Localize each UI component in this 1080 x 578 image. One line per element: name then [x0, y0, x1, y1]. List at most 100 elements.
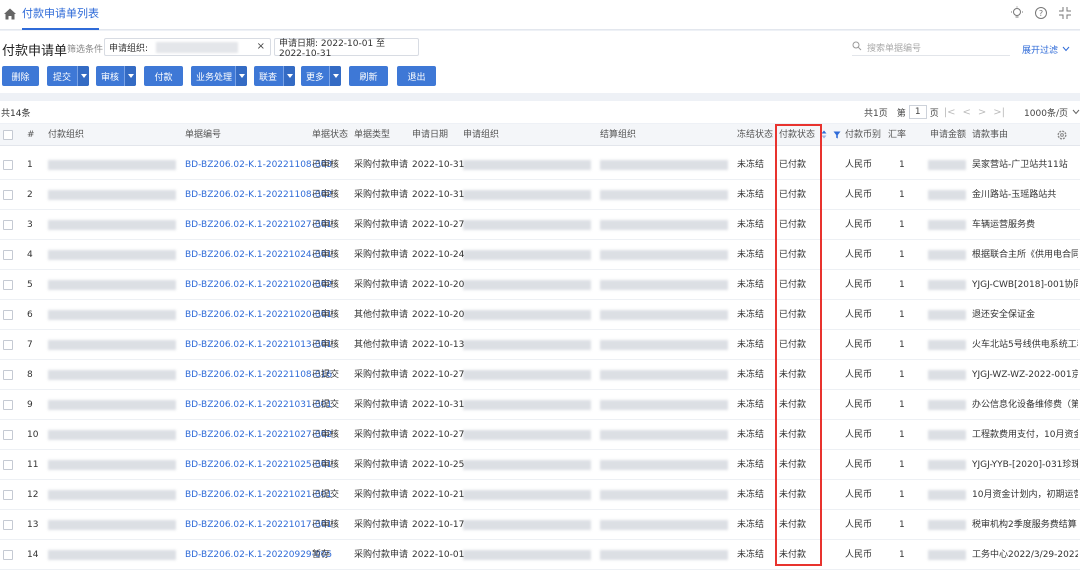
table-row[interactable]: 4 BD-BZ206.02-K.1-20221024-001 已审核 采购付款申请 20… — [0, 240, 1080, 270]
page-size-select[interactable]: 1000条/页 — [1024, 106, 1080, 119]
col-doc-type[interactable]: 单据类型 — [354, 124, 390, 146]
table-row[interactable]: 2 BD-BZ206.02-K.1-20221108-002 已审核 采购付款申请 20… — [0, 180, 1080, 210]
close-icon[interactable]: × — [257, 41, 265, 52]
row-doc-no[interactable]: BD-BZ206.02-K.1-20221020-001 — [185, 300, 332, 330]
first-page-icon[interactable]: |< — [944, 107, 956, 118]
row-doc-no[interactable]: BD-BZ206.02-K.1-20221108-016 — [185, 360, 332, 390]
tab-payment-request-list[interactable]: 付款申请单列表 — [22, 0, 99, 30]
table-row[interactable]: 10 BD-BZ206.02-K.1-20221027-002 已审核 采购付款申请 2… — [0, 420, 1080, 450]
chevron-down-icon[interactable] — [235, 66, 247, 86]
col-apply-date[interactable]: 申请日期 — [412, 124, 448, 146]
table-row[interactable]: 3 BD-BZ206.02-K.1-20221027-001 已审核 采购付款申请 20… — [0, 210, 1080, 240]
table-row[interactable]: 14 BD-BZ206.02-K.1-20220929-005 暂存 采购付款申请 20… — [0, 540, 1080, 570]
delete-button[interactable]: 删除 — [2, 66, 39, 86]
row-doc-no[interactable]: BD-BZ206.02-K.1-20221108-003 — [185, 150, 332, 180]
col-payer-org[interactable]: 付款组织 — [48, 124, 84, 146]
row-doc-no[interactable]: BD-BZ206.02-K.1-20221024-001 — [185, 240, 332, 270]
col-pay-status[interactable]: 付款状态 — [779, 124, 841, 146]
amount-redacted — [928, 520, 966, 530]
amount-redacted — [928, 280, 966, 290]
prev-page-icon[interactable]: < — [963, 107, 971, 118]
table-row[interactable]: 8 BD-BZ206.02-K.1-20221108-016 已提交 采购付款申请 20… — [0, 360, 1080, 390]
page-number-input[interactable]: 1 — [908, 105, 927, 119]
home-icon[interactable] — [3, 7, 17, 21]
row-checkbox[interactable] — [3, 430, 13, 440]
col-amount[interactable]: 申请金额 — [930, 124, 966, 146]
row-doc-no[interactable]: BD-BZ206.02-K.1-20221020-002 — [185, 270, 332, 300]
row-checkbox[interactable] — [3, 220, 13, 230]
row-checkbox[interactable] — [3, 160, 13, 170]
row-index: 12 — [27, 490, 39, 500]
row-doc-no[interactable]: BD-BZ206.02-K.1-20221021-001 — [185, 480, 332, 510]
row-doc-no[interactable]: BD-BZ206.02-K.1-20221027-002 — [185, 420, 332, 450]
next-page-icon[interactable]: > — [978, 107, 986, 118]
table-row[interactable]: 13 BD-BZ206.02-K.1-20221017-001 已审核 采购付款申请 2… — [0, 510, 1080, 540]
table-row[interactable]: 9 BD-BZ206.02-K.1-20221031-001 已提交 采购付款申请 20… — [0, 390, 1080, 420]
org-filter-chip[interactable]: 申请组织: × — [104, 38, 271, 56]
table-row[interactable]: 12 BD-BZ206.02-K.1-20221021-001 已提交 采购付款申请 2… — [0, 480, 1080, 510]
sort-icon[interactable] — [821, 130, 827, 139]
list-header: 付款申请单 筛选条件 申请组织: × 申请日期: 2022-10-01 至 20… — [0, 31, 1080, 93]
col-currency[interactable]: 付款币别 — [845, 124, 881, 146]
row-doc-no[interactable]: BD-BZ206.02-K.1-20221013-001 — [185, 330, 332, 360]
help-icon[interactable]: ? — [1034, 6, 1048, 20]
search-input[interactable]: 搜索单据编号 — [852, 40, 1010, 56]
row-doc-no[interactable]: BD-BZ206.02-K.1-20221027-001 — [185, 210, 332, 240]
col-settle-org[interactable]: 结算组织 — [600, 124, 636, 146]
row-doc-no[interactable]: BD-BZ206.02-K.1-20221108-002 — [185, 180, 332, 210]
row-rate: 1 — [899, 310, 905, 320]
filter-icon[interactable] — [833, 131, 841, 139]
col-freeze-status[interactable]: 冻结状态 — [737, 124, 773, 146]
collapse-icon[interactable] — [1058, 6, 1072, 20]
row-checkbox[interactable] — [3, 190, 13, 200]
row-doc-no[interactable]: BD-BZ206.02-K.1-20221017-001 — [185, 510, 332, 540]
pay-button[interactable]: 付款 — [144, 66, 183, 86]
row-apply-date: 2022-10-20 — [412, 310, 465, 320]
select-all-checkbox[interactable] — [3, 130, 13, 140]
audit-button[interactable]: 审核 — [96, 66, 136, 86]
row-checkbox[interactable] — [3, 490, 13, 500]
payer-org-redacted — [48, 550, 176, 560]
row-checkbox[interactable] — [3, 280, 13, 290]
row-checkbox[interactable] — [3, 250, 13, 260]
row-reason: 车辆运营服务费 — [972, 220, 1036, 230]
col-reason[interactable]: 请款事由 — [972, 124, 1008, 146]
chevron-down-icon[interactable] — [77, 66, 89, 86]
row-doc-no[interactable]: BD-BZ206.02-K.1-20221031-001 — [185, 390, 332, 420]
last-page-icon[interactable]: >| — [993, 107, 1005, 118]
table-row[interactable]: 6 BD-BZ206.02-K.1-20221020-001 已审核 其他付款申请 20… — [0, 300, 1080, 330]
chevron-down-icon[interactable] — [329, 66, 341, 86]
more-button[interactable]: 更多 — [301, 66, 341, 86]
row-checkbox[interactable] — [3, 520, 13, 530]
row-currency: 人民币 — [845, 520, 873, 530]
date-filter-chip[interactable]: 申请日期: 2022-10-01 至 2022-10-31 — [274, 38, 419, 59]
linked-query-button[interactable]: 联查 — [254, 66, 295, 86]
expand-filter-link[interactable]: 展开过滤 — [1022, 43, 1070, 56]
row-checkbox[interactable] — [3, 460, 13, 470]
row-checkbox[interactable] — [3, 400, 13, 410]
gear-icon[interactable] — [1056, 129, 1068, 141]
row-checkbox[interactable] — [3, 340, 13, 350]
submit-button[interactable]: 提交 — [47, 66, 89, 86]
row-doc-no[interactable]: BD-BZ206.02-K.1-20220929-005 — [185, 540, 332, 570]
table-row[interactable]: 5 BD-BZ206.02-K.1-20221020-002 已审核 采购付款申请 20… — [0, 270, 1080, 300]
table-row[interactable]: 7 BD-BZ206.02-K.1-20221013-001 已审核 其他付款申请 20… — [0, 330, 1080, 360]
business-process-button[interactable]: 业务处理 — [191, 66, 247, 86]
lightbulb-icon[interactable] — [1010, 6, 1024, 20]
exit-button[interactable]: 退出 — [397, 66, 436, 86]
col-doc-status[interactable]: 单据状态 — [312, 124, 348, 146]
row-currency: 人民币 — [845, 190, 873, 200]
row-checkbox[interactable] — [3, 310, 13, 320]
col-doc-no[interactable]: 单据编号 — [185, 124, 221, 146]
row-doc-no[interactable]: BD-BZ206.02-K.1-20221025-001 — [185, 450, 332, 480]
row-checkbox[interactable] — [3, 550, 13, 560]
row-doc-type: 采购付款申请 — [354, 460, 409, 470]
table-row[interactable]: 11 BD-BZ206.02-K.1-20221025-001 已审核 采购付款申请 2… — [0, 450, 1080, 480]
refresh-button[interactable]: 刷新 — [349, 66, 388, 86]
col-apply-org[interactable]: 申请组织 — [463, 124, 499, 146]
col-rate[interactable]: 汇率 — [888, 124, 906, 146]
table-row[interactable]: 1 BD-BZ206.02-K.1-20221108-003 已审核 采购付款申请 20… — [0, 150, 1080, 180]
row-checkbox[interactable] — [3, 370, 13, 380]
chevron-down-icon[interactable] — [283, 66, 295, 86]
chevron-down-icon[interactable] — [124, 66, 136, 86]
